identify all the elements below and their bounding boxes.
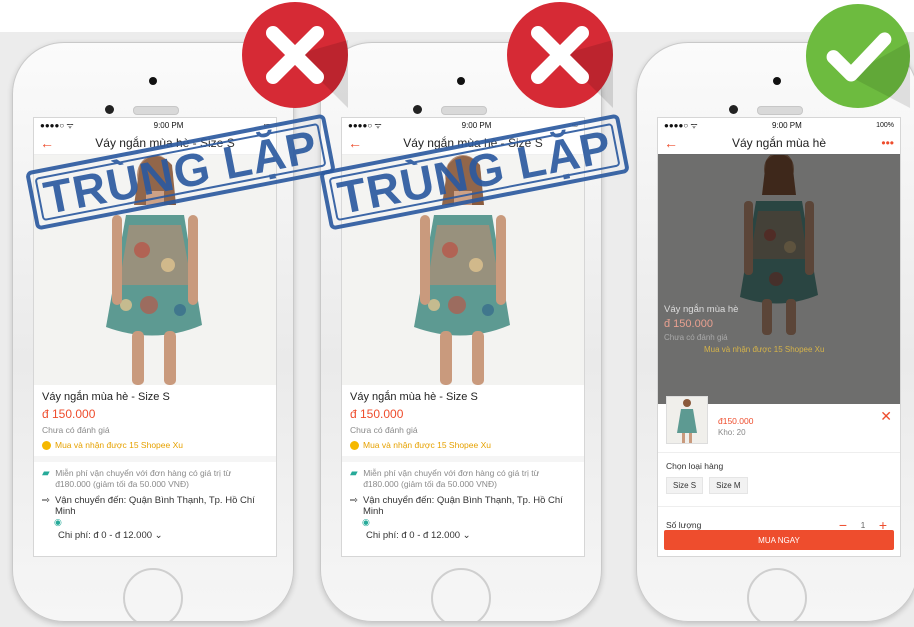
- dimmed-product-info: Váy ngắn mùa hè đ 150.000 Chưa có đánh g…: [664, 304, 894, 354]
- coins-text: Mua và nhận được 15 Shopee Xu: [704, 345, 825, 354]
- more-icon[interactable]: •••: [880, 136, 894, 150]
- speaker: [757, 106, 803, 115]
- shipping-cost[interactable]: Chi phí: đ 0 - đ 12.000 ⌄: [366, 530, 576, 541]
- truck-icon: ▰: [42, 468, 50, 479]
- delivery-icon: ⇨: [42, 495, 50, 506]
- camera: [773, 77, 781, 85]
- status-bar: ●●●●○ ᯤ 9:00 PM 100%: [658, 118, 900, 132]
- stock-count: Kho: 20: [718, 428, 746, 437]
- shipping-destination[interactable]: ⇨ Vận chuyển đến: Quận Bình Thạnh, Tp. H…: [42, 495, 268, 517]
- destination-text: Vận chuyển đến: Quận Bình Thạnh, Tp. Hồ …: [362, 495, 563, 517]
- free-shipping: ▰ Miễn phí vận chuyển với đơn hàng có gi…: [42, 468, 268, 490]
- close-icon[interactable]: ✕: [880, 408, 892, 425]
- quantity-label: Số lượng: [666, 520, 702, 530]
- status-time: 9:00 PM: [461, 120, 492, 130]
- free-shipping-text: Miễn phí vận chuyển với đơn hàng có giá …: [363, 468, 540, 489]
- product-name: Váy ngắn mùa hè - Size S: [42, 391, 170, 403]
- speaker: [133, 106, 179, 115]
- phone-3: ●●●●○ ᯤ 9:00 PM 100% ← Váy ngắn mùa hè •…: [636, 42, 914, 622]
- thumbnail-dress: [667, 397, 707, 443]
- coins-text: Mua và nhận được 15 Shopee Xu: [55, 440, 183, 450]
- signal-icon: ●●●●○ ᯤ: [348, 120, 382, 130]
- speaker: [441, 106, 487, 115]
- modal-backdrop[interactable]: [658, 154, 900, 404]
- home-button[interactable]: [747, 568, 807, 621]
- buy-now-button[interactable]: MUA NGAY: [664, 530, 894, 550]
- product-name: Váy ngắn mùa hè - Size S: [350, 391, 478, 403]
- divider: [342, 456, 584, 462]
- home-button[interactable]: [431, 568, 491, 621]
- divider: [34, 456, 276, 462]
- shipping-cost[interactable]: Chi phí: đ 0 - đ 12.000 ⌄: [58, 530, 268, 541]
- camera: [149, 77, 157, 85]
- shipping-destination[interactable]: ⇨ Vận chuyển đến: Quận Bình Thạnh, Tp. H…: [350, 495, 576, 517]
- wrong-icon: [242, 2, 348, 108]
- battery-level: 100%: [876, 121, 894, 129]
- variant-option-size-s[interactable]: Size S: [666, 477, 704, 494]
- home-button[interactable]: [123, 568, 183, 621]
- product-price: đ 150.000: [664, 318, 713, 330]
- status-time: 9:00 PM: [153, 120, 184, 130]
- location-pin-icon: ◉: [362, 517, 370, 527]
- quantity-value[interactable]: 1: [852, 520, 874, 530]
- variant-label: Chọn loại hàng: [666, 461, 724, 471]
- variant-sheet: đ150.000 Kho: 20 ✕ Chọn loại hàng Size S…: [658, 396, 900, 556]
- shopee-coins[interactable]: Mua và nhận được 15 Shopee Xu: [42, 440, 268, 450]
- nav-title: Váy ngắn mùa hè: [731, 136, 827, 150]
- free-shipping: ▰ Miễn phí vận chuyển với đơn hàng có gi…: [350, 468, 576, 490]
- delivery-icon: ⇨: [350, 495, 358, 506]
- rating-text: Chưa có đánh giá: [664, 333, 728, 342]
- front-camera: [413, 105, 422, 114]
- coins-text: Mua và nhận được 15 Shopee Xu: [363, 440, 491, 450]
- quantity-row: Số lượng − 1 +: [658, 506, 900, 533]
- shipping-cost-text: Chi phí: đ 0 - đ 12.000: [58, 530, 153, 541]
- front-camera: [729, 105, 738, 114]
- chevron-down-icon: ⌄: [154, 530, 163, 541]
- location-pin-icon: ◉: [54, 517, 62, 527]
- coin-icon: [42, 440, 51, 450]
- product-price: đ 150.000: [42, 407, 96, 421]
- back-arrow-icon[interactable]: ←: [664, 135, 678, 151]
- signal-icon: ●●●●○ ᯤ: [40, 120, 74, 130]
- signal-icon: ●●●●○ ᯤ: [664, 120, 698, 130]
- product-name: Váy ngắn mùa hè: [664, 304, 739, 315]
- variant-option-size-m[interactable]: Size M: [709, 477, 748, 494]
- variant-options: Size S Size M: [658, 471, 900, 494]
- product-price: đ 150.000: [350, 407, 404, 421]
- coin-icon: [350, 440, 359, 450]
- rating-text: Chưa có đánh giá: [350, 425, 418, 435]
- free-shipping-text: Miễn phí vận chuyển với đơn hàng có giá …: [55, 468, 232, 489]
- camera: [457, 77, 465, 85]
- back-arrow-icon[interactable]: ←: [348, 135, 362, 151]
- sheet-price: đ150.000: [718, 416, 754, 426]
- back-arrow-icon[interactable]: ←: [40, 135, 54, 151]
- rating-text: Chưa có đánh giá: [42, 425, 110, 435]
- shopee-coins[interactable]: Mua và nhận được 15 Shopee Xu: [350, 440, 576, 450]
- shipping-cost-text: Chi phí: đ 0 - đ 12.000: [366, 530, 461, 541]
- front-camera: [105, 105, 114, 114]
- product-thumbnail: [666, 396, 708, 444]
- status-time: 9:00 PM: [771, 120, 802, 130]
- destination-text: Vận chuyển đến: Quận Bình Thạnh, Tp. Hồ …: [54, 495, 255, 517]
- nav-bar: ← Váy ngắn mùa hè •••: [658, 132, 900, 155]
- chevron-down-icon: ⌄: [462, 530, 471, 541]
- check-icon: [805, 3, 911, 109]
- truck-icon: ▰: [350, 468, 358, 479]
- wrong-icon: [507, 2, 613, 108]
- screen: ●●●●○ ᯤ 9:00 PM 100% ← Váy ngắn mùa hè •…: [657, 117, 901, 557]
- sheet-header: đ150.000 Kho: 20 ✕: [658, 396, 900, 453]
